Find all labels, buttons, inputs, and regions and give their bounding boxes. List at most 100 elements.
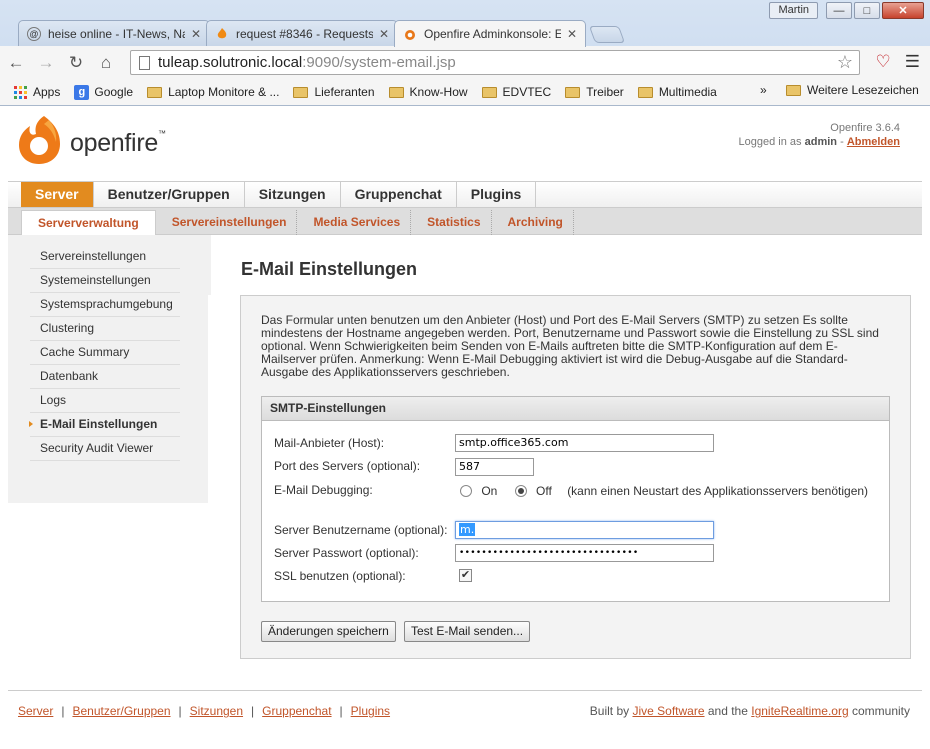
fire-icon xyxy=(215,27,229,41)
save-button[interactable]: Änderungen speichern xyxy=(261,621,396,642)
footer-link-sessions[interactable]: Sitzungen xyxy=(190,704,243,718)
bookmark-label: Lieferanten xyxy=(314,85,375,99)
footer-separator: | xyxy=(61,704,65,718)
credit-prefix: Built by xyxy=(589,704,630,718)
host-input[interactable]: smtp.office365.com xyxy=(455,434,714,452)
google-icon: g xyxy=(74,84,90,100)
bookmark-folder[interactable]: Laptop Monitore & ... xyxy=(147,85,279,99)
browser-toolbar: ← → ↻ ⌂ tuleap.solutronic.local:9090/sys… xyxy=(0,46,930,79)
sidebar-item-cache-summary[interactable]: Cache Summary xyxy=(30,341,180,365)
bookmark-folder[interactable]: Know-How xyxy=(388,85,468,99)
ssl-checkbox[interactable]: ✔ xyxy=(459,569,472,582)
bookmark-label: Treiber xyxy=(586,85,624,99)
settings-box: Das Formular unten benutzen um den Anbie… xyxy=(240,295,911,659)
footer-link-users[interactable]: Benutzer/Gruppen xyxy=(72,704,170,718)
address-bar[interactable]: tuleap.solutronic.local:9090/system-emai… xyxy=(130,50,860,75)
footer-link-plugins[interactable]: Plugins xyxy=(351,704,390,718)
other-bookmarks[interactable]: Weitere Lesezeichen xyxy=(786,83,919,97)
sidebar: Servereinstellungen Systemeinstellungen … xyxy=(8,235,208,503)
debug-on-radio[interactable] xyxy=(460,485,472,497)
minimize-button[interactable]: — xyxy=(826,2,852,19)
footer-links: Server | Benutzer/Gruppen | Sitzungen | Gruppe… xyxy=(18,704,390,718)
reload-icon[interactable]: ↻ xyxy=(62,49,90,77)
home-icon[interactable]: ⌂ xyxy=(92,49,120,77)
profile-badge[interactable]: Martin xyxy=(769,2,818,19)
apps-icon xyxy=(14,85,27,99)
bookmark-star-icon[interactable]: ☆ xyxy=(837,52,853,73)
maximize-button[interactable]: □ xyxy=(854,2,880,19)
footer-separator: | xyxy=(251,704,255,718)
main-content: E-Mail Einstellungen Das Formular unten … xyxy=(203,235,922,685)
sub-tab-archiving[interactable]: Archiving xyxy=(498,210,574,235)
main-nav: Server Benutzer/Gruppen Sitzungen Gruppe… xyxy=(8,181,922,208)
sidebar-item-security-audit[interactable]: Security Audit Viewer xyxy=(30,437,180,461)
close-tab-icon[interactable]: ✕ xyxy=(379,27,389,41)
bookmarks-bar: Apps g Google Laptop Monitore & ... Lief… xyxy=(0,79,930,105)
heart-extension-icon[interactable]: ♡ xyxy=(876,52,891,72)
sub-tab-serververwaltung[interactable]: Serververwaltung xyxy=(21,210,156,235)
close-tab-icon[interactable]: ✕ xyxy=(567,27,577,41)
tab-request[interactable]: request #8346 - Requests ✕ xyxy=(206,20,398,46)
bookmark-label: EDVTEC xyxy=(502,85,552,99)
sidebar-item-systemsprachumgebung[interactable]: Systemsprachumgebung xyxy=(30,293,180,317)
sidebar-item-clustering[interactable]: Clustering xyxy=(30,317,180,341)
debug-note: (kann einen Neustart des Applikationsser… xyxy=(567,484,869,498)
bookmark-folder[interactable]: EDVTEC xyxy=(481,85,552,99)
logged-in-user: admin xyxy=(804,136,838,148)
close-tab-icon[interactable]: ✕ xyxy=(191,27,201,41)
page-description: Das Formular unten benutzen um den Anbie… xyxy=(261,313,879,379)
session-info: Openfire 3.6.4 Logged in as admin - Abme… xyxy=(739,121,900,149)
folder-icon xyxy=(388,86,404,98)
footer-link-server[interactable]: Server xyxy=(18,704,53,718)
sidebar-item-email[interactable]: E-Mail Einstellungen xyxy=(29,413,180,437)
footer-link-groupchat[interactable]: Gruppenchat xyxy=(262,704,331,718)
debug-on-label: On xyxy=(481,484,498,498)
username-label: Server Benutzername (optional): xyxy=(274,523,448,537)
sub-tab-servereinstellungen[interactable]: Servereinstellungen xyxy=(162,210,298,235)
tab-heise[interactable]: @ heise online - IT-News, Na ✕ xyxy=(18,20,210,46)
password-input[interactable]: •••••••••••••••••••••••••••••••• xyxy=(455,544,714,562)
folder-icon xyxy=(565,86,581,98)
main-tab-sessions[interactable]: Sitzungen xyxy=(245,182,341,207)
logo-wordmark: openfire xyxy=(70,128,158,157)
main-tab-users[interactable]: Benutzer/Gruppen xyxy=(94,182,245,207)
openfire-logo: openfire™ xyxy=(16,114,166,164)
sidebar-item-systemeinstellungen[interactable]: Systemeinstellungen xyxy=(30,269,180,293)
toolbar-right: ♡ ☰ xyxy=(876,52,921,72)
tab-title: heise online - IT-News, Na xyxy=(48,26,185,41)
sub-tab-media-services[interactable]: Media Services xyxy=(303,210,412,235)
bookmark-google[interactable]: g Google xyxy=(74,84,133,100)
port-input[interactable]: 587 xyxy=(455,458,534,476)
tab-title: Openfire Adminkonsole: E xyxy=(424,27,561,41)
main-tab-groupchat[interactable]: Gruppenchat xyxy=(341,182,457,207)
main-tab-plugins[interactable]: Plugins xyxy=(457,182,537,207)
folder-icon xyxy=(293,86,309,98)
dash-separator: - xyxy=(840,136,844,148)
sub-nav: Serververwaltung Servereinstellungen Med… xyxy=(8,208,922,235)
sidebar-item-logs[interactable]: Logs xyxy=(30,389,180,413)
ignite-realtime-link[interactable]: IgniteRealtime.org xyxy=(751,704,848,718)
bookmark-folder[interactable]: Lieferanten xyxy=(293,85,375,99)
sidebar-item-datenbank[interactable]: Datenbank xyxy=(30,365,180,389)
openfire-page: openfire™ Openfire 3.6.4 Logged in as ad… xyxy=(8,106,922,749)
bookmarks-more-button[interactable]: » xyxy=(760,83,767,97)
logout-link[interactable]: Abmelden xyxy=(847,136,900,148)
close-window-button[interactable]: ✕ xyxy=(882,2,924,19)
jive-software-link[interactable]: Jive Software xyxy=(632,704,704,718)
forward-icon[interactable]: → xyxy=(32,49,60,77)
tab-openfire[interactable]: Openfire Adminkonsole: E ✕ xyxy=(394,20,586,47)
bookmark-apps[interactable]: Apps xyxy=(14,85,60,99)
username-input[interactable]: m. xyxy=(455,521,714,539)
main-tab-server[interactable]: Server xyxy=(21,182,94,207)
bookmark-folder[interactable]: Multimedia xyxy=(637,85,717,99)
debug-off-radio[interactable] xyxy=(514,485,527,497)
test-email-button[interactable]: Test E-Mail senden... xyxy=(404,621,531,642)
sidebar-item-servereinstellungen[interactable]: Servereinstellungen xyxy=(30,245,180,269)
bookmark-folder[interactable]: Treiber xyxy=(565,85,624,99)
menu-icon[interactable]: ☰ xyxy=(905,52,920,72)
sub-tab-statistics[interactable]: Statistics xyxy=(417,210,492,235)
heise-icon: @ xyxy=(27,26,41,41)
back-icon[interactable]: ← xyxy=(2,49,30,77)
new-tab-button[interactable] xyxy=(588,26,626,43)
bookmark-label: Weitere Lesezeichen xyxy=(807,83,919,97)
